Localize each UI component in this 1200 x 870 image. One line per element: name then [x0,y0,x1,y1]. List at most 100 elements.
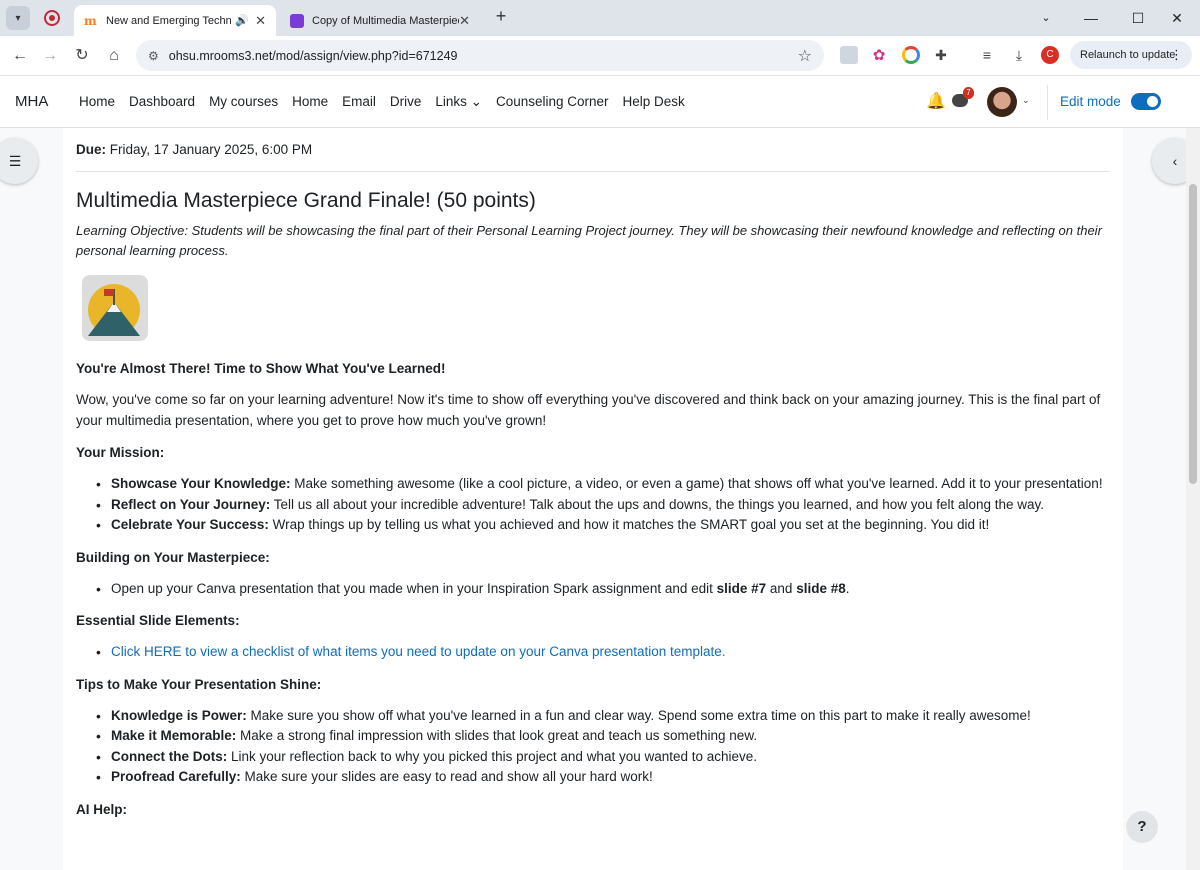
list-item-text: Make sure you show off what you've learn… [246,707,1031,723]
list-item-bold: Make it Memorable: [111,728,237,743]
building-heading: Building on Your Masterpiece: [76,549,270,565]
elements-list: Click HERE to view a checklist of what i… [76,642,1110,663]
canva-favicon-icon [290,13,304,28]
download-icon[interactable]: ⤓ [1010,46,1028,64]
relaunch-label: Relaunch to update [1080,49,1176,61]
list-item: Knowledge is Power: Make sure you show o… [96,706,1111,727]
tips-heading: Tips to Make Your Presentation Shine: [76,676,322,692]
forward-arrow-icon[interactable]: → [38,44,62,68]
list-item-text: and [766,580,797,596]
bookmark-star-icon[interactable]: ☆ [798,46,812,66]
new-tab-button[interactable]: + [490,6,512,27]
due-label: Due: [76,142,106,157]
list-item-bold: slide #8 [796,580,846,596]
messages-icon[interactable]: 7 [952,87,974,109]
list-item: Celebrate Your Success: Wrap things up b… [96,515,1111,536]
list-item-text: Wrap things up by telling us what you ac… [268,517,990,532]
tab-list-chevron-icon[interactable]: ⌄ [1036,4,1056,32]
extension-flower-icon[interactable]: ✿ [870,46,888,64]
nav-link-email[interactable]: Email [342,94,376,110]
due-value: Friday, 17 January 2025, 6:00 PM [106,142,313,157]
help-button[interactable]: ? [1126,811,1158,843]
tips-list: Knowledge is Power: Make sure you show o… [76,706,1110,788]
speaker-icon[interactable]: 🔊 [235,14,249,27]
image-flag-shape [104,289,114,296]
list-item: Make it Memorable: Make a strong final i… [96,726,1111,747]
site-info-icon[interactable]: ⚙ [148,49,159,63]
mountain-flag-image [82,275,148,341]
almost-there-heading: You're Almost There! Time to Show What Y… [76,361,446,376]
nav-link-counseling-corner[interactable]: Counseling Corner [496,94,609,110]
list-item: Connect the Dots: Link your reflection b… [96,747,1111,768]
minimize-button[interactable]: — [1068,4,1114,32]
nav-link-help-desk[interactable]: Help Desk [623,94,685,110]
tab-title: Copy of Multimedia Masterpiec [312,14,460,27]
close-tab-icon[interactable]: ✕ [255,13,266,29]
nav-link-home[interactable]: Home [79,94,115,110]
edit-mode-toggle[interactable] [1131,93,1161,110]
list-item-text: Open up your Canva presentation that you… [111,580,717,596]
building-list: Open up your Canva presentation that you… [76,579,1110,600]
close-window-button[interactable]: ✕ [1154,4,1200,32]
tab-search-chevron-icon[interactable]: ▾ [6,6,30,30]
extensions-puzzle-icon[interactable]: ✚ [932,46,950,64]
learning-objective: Learning Objective: Students will be sho… [76,223,1102,258]
browser-tab-inactive[interactable]: Copy of Multimedia Masterpiec ✕ [280,5,480,36]
notifications-bell-icon[interactable]: 🔔 [926,91,946,111]
more-menu-icon[interactable]: ⋮ [1170,47,1183,63]
browser-toolbar: ← → ↻ ⌂ ⚙ ohsu.mrooms3.net/mod/assign/vi… [0,36,1200,76]
user-avatar[interactable] [987,87,1017,117]
due-date: Due: Friday, 17 January 2025, 6:00 PM [76,142,1110,157]
page-scrollbar[interactable] [1186,128,1200,870]
extension-image-icon[interactable] [840,46,858,64]
checklist-link[interactable]: Click HERE to view a checklist of what i… [111,644,726,659]
list-item-bold: Reflect on Your Journey: [111,496,271,512]
list-item: Click HERE to view a checklist of what i… [96,642,1111,663]
edit-mode-label: Edit mode [1060,94,1121,109]
url-text[interactable]: ohsu.mrooms3.net/mod/assign/view.php?id=… [169,49,458,63]
list-item-bold: Connect the Dots: [111,748,228,764]
nav-link-home-2[interactable]: Home [292,94,328,110]
site-navbar: MHA Home Dashboard My courses Home Email… [0,77,1200,128]
profile-avatar-icon[interactable]: C [1041,46,1059,64]
recording-icon[interactable] [44,10,60,26]
browser-tab-active[interactable]: m New and Emerging Technol 🔊 ✕ [74,5,276,36]
list-item: Showcase Your Knowledge: Make something … [96,474,1111,495]
list-item-text: Make a strong final impression with slid… [236,728,758,743]
user-menu-chevron-icon[interactable]: ⌄ [1022,95,1030,106]
navbar-divider [1047,85,1048,120]
page-title: Multimedia Masterpiece Grand Finale! (50… [76,189,536,212]
assignment-content: Due: Friday, 17 January 2025, 6:00 PM Mu… [63,128,1123,870]
primary-nav: Home Dashboard My courses Home Email Dri… [79,94,699,110]
nav-link-drive[interactable]: Drive [390,94,422,110]
messages-count-badge: 7 [963,87,974,99]
site-brand[interactable]: MHA [15,93,48,110]
address-bar[interactable]: ⚙ ohsu.mrooms3.net/mod/assign/view.php?i… [136,40,824,71]
list-item: Proofread Carefully: Make sure your slid… [96,767,1111,788]
nav-link-my-courses[interactable]: My courses [209,94,278,110]
home-icon[interactable]: ⌂ [102,44,126,68]
list-item-text: . [845,580,850,596]
list-item: Reflect on Your Journey: Tell us all abo… [96,495,1111,516]
list-item-bold: Celebrate Your Success: [111,517,269,532]
extension-color-ring-icon[interactable] [902,46,920,64]
moodle-favicon-icon: m [84,13,97,28]
reload-icon[interactable]: ↻ [70,44,94,68]
essential-elements-heading: Essential Slide Elements: [76,613,240,628]
relaunch-button[interactable]: Relaunch to update ⋮ [1070,41,1192,69]
close-tab-icon[interactable]: ✕ [459,13,470,29]
media-queue-icon[interactable]: ≡ [978,46,996,64]
back-arrow-icon[interactable]: ← [8,44,32,68]
tab-title: New and Emerging Technol [106,14,232,27]
nav-link-links-dropdown[interactable]: Links ⌄ [435,94,482,110]
list-item: Open up your Canva presentation that you… [96,579,1111,600]
list-item-bold: Proofread Carefully: [111,769,241,784]
scrollbar-thumb[interactable] [1189,184,1197,484]
mission-list: Showcase Your Knowledge: Make something … [76,474,1110,536]
ai-help-heading: AI Help: [76,801,128,817]
divider [76,171,1109,172]
mission-heading: Your Mission: [76,445,165,460]
list-item-text: Make something awesome (like a cool pict… [290,476,1103,491]
nav-link-dashboard[interactable]: Dashboard [129,94,195,110]
list-item-bold: slide #7 [716,580,767,596]
